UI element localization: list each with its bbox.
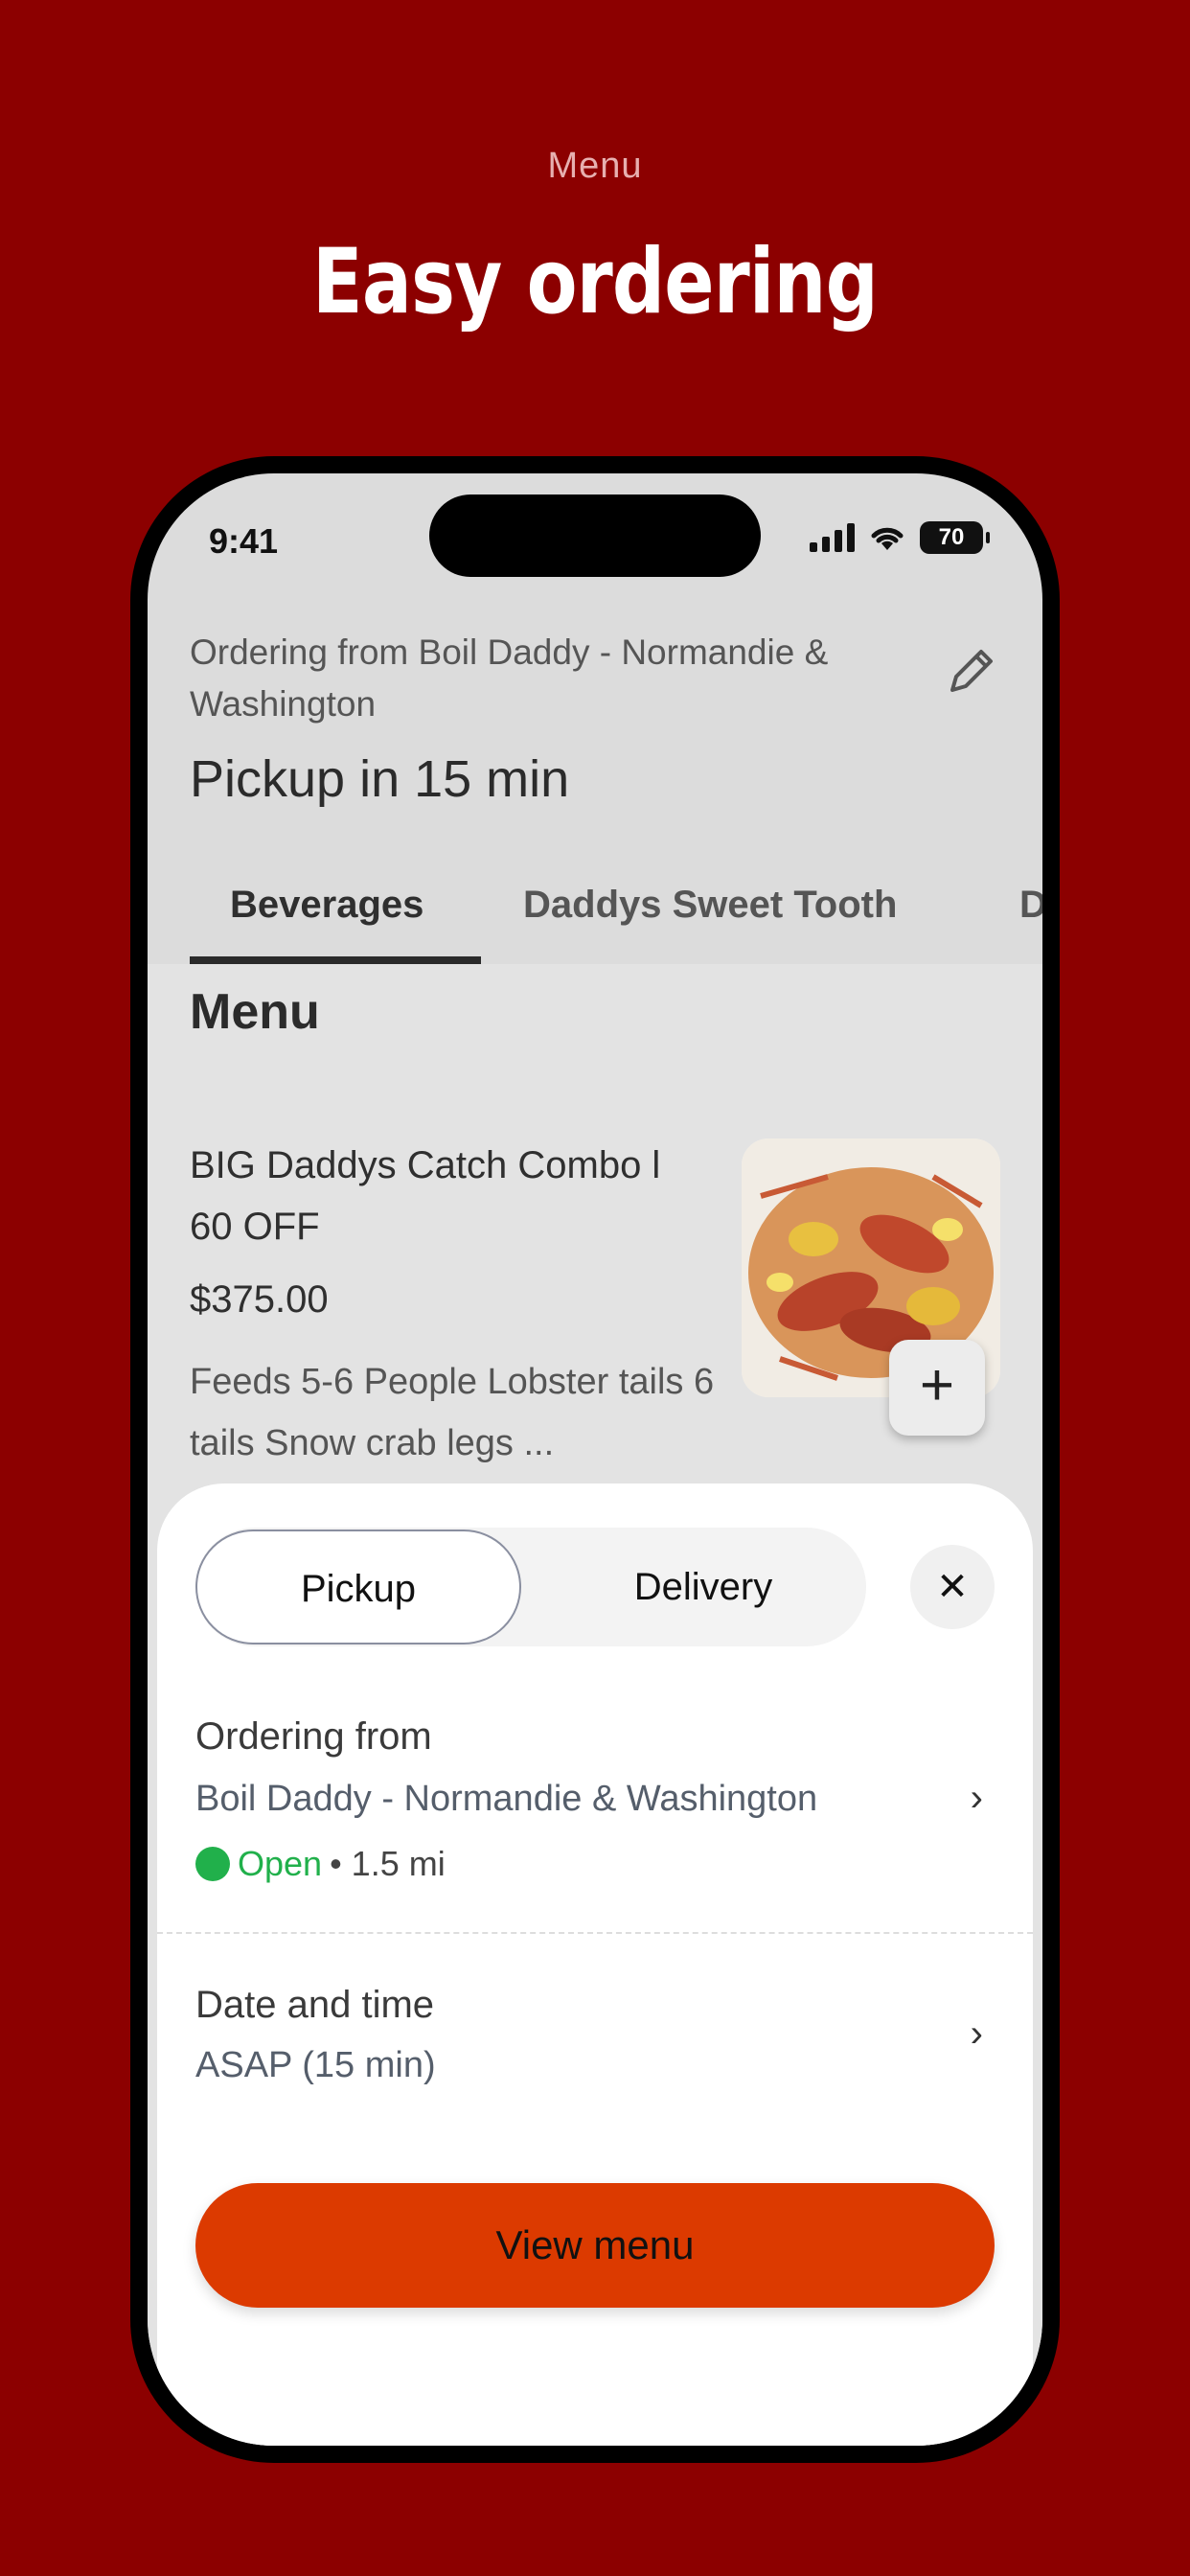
phone-frame: 9:41 70 Ordering from Boil Daddy - Norma… <box>130 456 1060 2463</box>
menu-item-name[interactable]: BIG Daddys Catch Combo l 60 OFF <box>190 1135 707 1257</box>
ordering-from-label: Ordering from <box>195 1715 432 1758</box>
menu-item-description: Feeds 5-6 People Lobster tails 6 tails S… <box>190 1362 715 1463</box>
chevron-right-icon[interactable]: › <box>971 2012 983 2056</box>
tab-beverages[interactable]: Beverages <box>230 884 423 927</box>
store-name[interactable]: Boil Daddy - Normandie & Washington <box>195 1779 817 1820</box>
status-time: 9:41 <box>209 521 279 561</box>
eyebrow-label: Menu <box>547 146 643 186</box>
status-icons: 70 <box>810 521 990 554</box>
tab-daddys-sweet-tooth[interactable]: Daddys Sweet Tooth <box>523 884 897 927</box>
date-time-value[interactable]: ASAP (15 min) <box>195 2045 436 2086</box>
wifi-icon <box>871 527 904 550</box>
store-distance: • 1.5 mi <box>330 1844 446 1883</box>
close-button[interactable]: ✕ <box>910 1545 995 1629</box>
add-item-button[interactable]: + <box>889 1340 985 1436</box>
open-status: Open <box>238 1844 323 1883</box>
view-menu-button[interactable]: View menu <box>195 2183 995 2308</box>
phone-screen: 9:41 70 Ordering from Boil Daddy - Norma… <box>148 473 1042 2446</box>
pencil-icon[interactable] <box>943 642 1000 700</box>
clock-icon <box>195 1847 230 1881</box>
battery-icon: 70 <box>920 521 990 554</box>
menu-item-price: $375.00 <box>190 1278 329 1321</box>
signal-icon <box>810 523 855 552</box>
chevron-right-icon[interactable]: › <box>971 1777 983 1820</box>
pickup-option[interactable]: Pickup <box>195 1530 521 1644</box>
ordering-from-text: Ordering from Boil Daddy - Normandie & W… <box>190 632 829 724</box>
active-tab-indicator <box>190 956 481 964</box>
tab-next[interactable]: D <box>1019 884 1042 927</box>
store-status: Open • 1.5 mi <box>195 1844 446 1884</box>
order-options-sheet: Pickup Delivery ✕ Ordering from Boil Dad… <box>157 1484 1033 2446</box>
divider <box>157 1932 1033 1934</box>
date-time-label: Date and time <box>195 1984 435 2026</box>
fulfillment-toggle: Pickup Delivery <box>195 1528 866 1646</box>
menu-title: Menu <box>190 984 320 1040</box>
delivery-option[interactable]: Delivery <box>540 1528 866 1646</box>
headline: Easy ordering <box>312 230 879 334</box>
dynamic-island <box>429 494 761 577</box>
pickup-time: Pickup in 15 min <box>190 750 570 808</box>
category-tabs: Beverages Daddys Sweet Tooth D <box>148 857 1042 964</box>
